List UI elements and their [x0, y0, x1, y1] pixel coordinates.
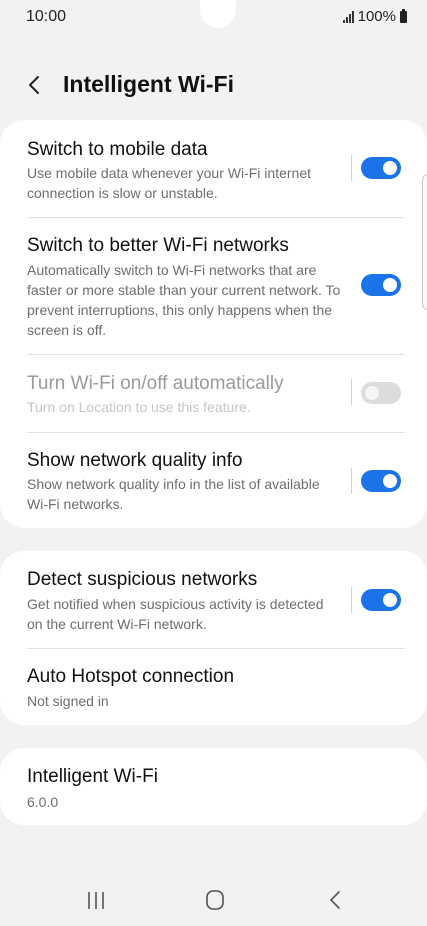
settings-card-security: Detect suspicious networks Get notified … [0, 551, 427, 725]
status-bar: 10:00 100% [0, 0, 427, 36]
system-back-button[interactable] [315, 882, 355, 918]
setting-description: Show network quality info in the list of… [27, 476, 320, 512]
settings-card-network-switching: Switch to mobile data Use mobile data wh… [0, 120, 427, 528]
settings-card-about: Intelligent Wi-Fi 6.0.0 [0, 748, 427, 825]
setting-description: Get notified when suspicious activity is… [27, 596, 324, 632]
setting-title: Switch to mobile data [27, 139, 208, 160]
setting-title: Switch to better Wi-Fi networks [27, 235, 289, 256]
toggle-divider [351, 587, 352, 613]
setting-about-version[interactable]: Intelligent Wi-Fi 6.0.0 [0, 748, 427, 825]
back-button[interactable] [20, 68, 52, 102]
battery-percent: 100% [357, 8, 396, 25]
recents-button[interactable] [76, 882, 116, 918]
setting-wifi-auto-on-off: Turn Wi-Fi on/off automatically Turn on … [0, 354, 427, 432]
camera-notch [200, 0, 236, 28]
setting-description: Use mobile data whenever your Wi-Fi inte… [27, 165, 312, 201]
setting-title: Intelligent Wi-Fi [27, 766, 158, 787]
setting-description: Automatically switch to Wi-Fi networks t… [27, 262, 341, 338]
recents-icon [88, 892, 104, 909]
setting-switch-to-better-wifi[interactable]: Switch to better Wi-Fi networks Automati… [0, 218, 427, 354]
chevron-left-icon [29, 76, 39, 94]
version-text: 6.0.0 [27, 794, 59, 810]
toggle-divider [351, 379, 352, 405]
suspicious-networks-toggle[interactable] [361, 589, 401, 611]
setting-description: Turn on Location to use this feature. [27, 399, 251, 415]
setting-title: Turn Wi-Fi on/off automatically [27, 373, 284, 394]
battery-icon [400, 8, 407, 23]
home-button[interactable] [195, 882, 235, 918]
page-header: Intelligent Wi-Fi [0, 66, 427, 106]
mobile-data-toggle[interactable] [361, 157, 401, 179]
toggle-divider [351, 155, 352, 181]
signal-icon [342, 10, 354, 23]
setting-auto-hotspot[interactable]: Auto Hotspot connection Not signed in [0, 648, 427, 725]
status-time: 10:00 [26, 8, 67, 25]
setting-detect-suspicious-networks[interactable]: Detect suspicious networks Get notified … [0, 551, 427, 648]
setting-show-network-quality[interactable]: Show network quality info Show network q… [0, 432, 427, 528]
setting-title: Auto Hotspot connection [27, 666, 235, 687]
setting-switch-to-mobile-data[interactable]: Switch to mobile data Use mobile data wh… [0, 120, 427, 218]
better-wifi-toggle[interactable] [361, 274, 401, 296]
edge-panel-handle[interactable] [422, 174, 427, 310]
network-quality-toggle[interactable] [361, 470, 401, 492]
setting-title: Detect suspicious networks [27, 569, 258, 590]
navigation-bar [0, 868, 427, 926]
setting-title: Show network quality info [27, 450, 243, 471]
status-indicators: 100% [342, 8, 407, 25]
setting-description: Not signed in [27, 693, 109, 709]
toggle-divider [351, 468, 352, 494]
wifi-auto-toggle [361, 382, 401, 404]
back-icon [330, 891, 340, 909]
home-icon [206, 890, 224, 910]
page-title: Intelligent Wi-Fi [63, 71, 234, 97]
